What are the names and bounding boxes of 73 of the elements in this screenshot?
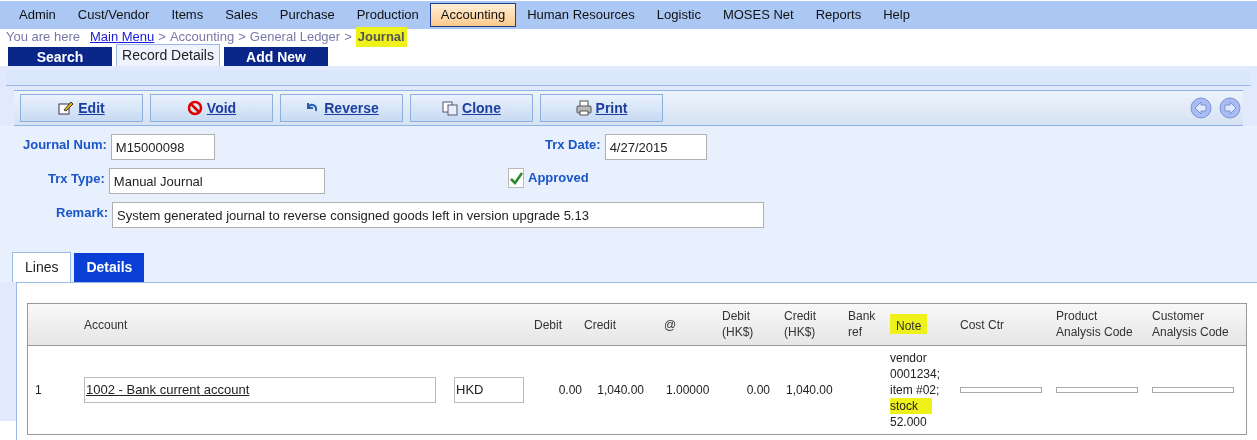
note-line: 0001234;	[890, 366, 941, 382]
column-header: Credit	[584, 316, 616, 333]
breadcrumb-link[interactable]: Main Menu	[90, 27, 155, 47]
menu-item[interactable]: Items	[160, 3, 215, 27]
column-header: Debit (HK$)	[722, 308, 755, 340]
detail-tab[interactable]: Lines	[12, 252, 72, 282]
menu-item[interactable]: Help	[872, 3, 921, 27]
next-icon[interactable]	[1219, 97, 1241, 119]
row-number: 1	[34, 382, 43, 399]
copy-icon	[442, 100, 459, 116]
toolbar-button[interactable]: Print	[540, 94, 663, 122]
text-field[interactable]: Manual Journal	[108, 168, 325, 194]
field-label: Remark:	[56, 204, 109, 222]
detail-tab[interactable]: Details	[74, 253, 145, 282]
field-label: Journal Num:	[23, 136, 107, 154]
breadcrumb-item: General Ledger	[249, 28, 341, 47]
menu-item[interactable]: MOSES Net	[711, 3, 805, 27]
text-field[interactable]: 4/27/2015	[604, 134, 707, 160]
breadcrumb-separator: >	[238, 28, 246, 47]
account-link-field[interactable]: 1002 - Bank current account	[84, 377, 436, 403]
field-label: Trx Type:	[48, 170, 105, 188]
field-label: Trx Date:	[545, 136, 601, 154]
currency-field[interactable]: HKD	[454, 377, 524, 403]
page-tab[interactable]: Add New	[224, 47, 328, 66]
menu-item[interactable]: Production	[345, 3, 430, 27]
column-header: Customer Analysis Code	[1152, 308, 1230, 340]
checkbox[interactable]	[508, 168, 524, 188]
printer-icon	[575, 100, 592, 116]
toolbar-button[interactable]: Void	[150, 94, 273, 122]
breadcrumb-separator: >	[158, 28, 166, 47]
checkbox-label: Approved	[528, 169, 589, 188]
menu-item[interactable]: Sales	[214, 3, 269, 27]
menu-item[interactable]: Logistic	[645, 3, 712, 27]
column-header: Bank ref	[848, 308, 877, 340]
column-header: Cost Ctr	[960, 316, 1004, 333]
column-header: Credit (HK$)	[784, 308, 817, 340]
prohibited-icon	[186, 100, 203, 116]
note-line: vendor	[890, 350, 927, 366]
pencil-icon	[58, 100, 75, 116]
page-tab[interactable]: Search	[8, 47, 112, 66]
toolbar-button[interactable]: Reverse	[280, 94, 403, 122]
toolbar-button[interactable]: Clone	[410, 94, 533, 122]
note-line: item #02;	[890, 382, 940, 398]
credit-hkd-cell-text: 1,040.00	[785, 382, 834, 399]
checkmark-icon	[509, 171, 523, 185]
text-field[interactable]: System generated journal to reverse consigned goods left in version upgrade 5.13	[112, 202, 765, 228]
column-header: Account	[84, 316, 128, 333]
rate-cell-text: 1.00000	[665, 382, 711, 399]
breadcrumb-prefix: You are here	[6, 28, 80, 47]
cost-center-field[interactable]	[960, 387, 1042, 393]
menu-item[interactable]: Reports	[804, 3, 873, 27]
breadcrumb-current: Journal	[355, 27, 407, 47]
menu-item[interactable]: Human Resources	[516, 3, 646, 27]
column-header: Product Analysis Code	[1056, 308, 1134, 340]
menu-item[interactable]: Admin	[8, 3, 67, 27]
column-header: @	[664, 316, 677, 333]
breadcrumb-item: Accounting	[169, 28, 235, 47]
credit-cell-text: 1,040.00	[596, 382, 645, 399]
page-tab[interactable]: Record Details	[116, 44, 220, 66]
note-line: 52.000	[890, 414, 927, 430]
previous-icon[interactable]	[1190, 97, 1212, 119]
menu-item[interactable]: Cust/Vendor	[66, 3, 161, 27]
text-field[interactable]: M15000098	[110, 134, 215, 160]
toolbar-button[interactable]: Edit	[20, 94, 143, 122]
product-code-field[interactable]	[1056, 387, 1138, 393]
breadcrumb-separator: >	[344, 28, 352, 47]
debit-cell-text: 0.00	[557, 382, 583, 399]
column-header: Note	[890, 314, 928, 334]
customer-code-field[interactable]	[1152, 387, 1234, 393]
column-header: Debit	[534, 316, 562, 333]
debit-hkd-cell-text: 0.00	[745, 382, 771, 399]
menu-item[interactable]: Purchase	[268, 3, 346, 27]
menu-item[interactable]: Accounting	[429, 3, 517, 27]
